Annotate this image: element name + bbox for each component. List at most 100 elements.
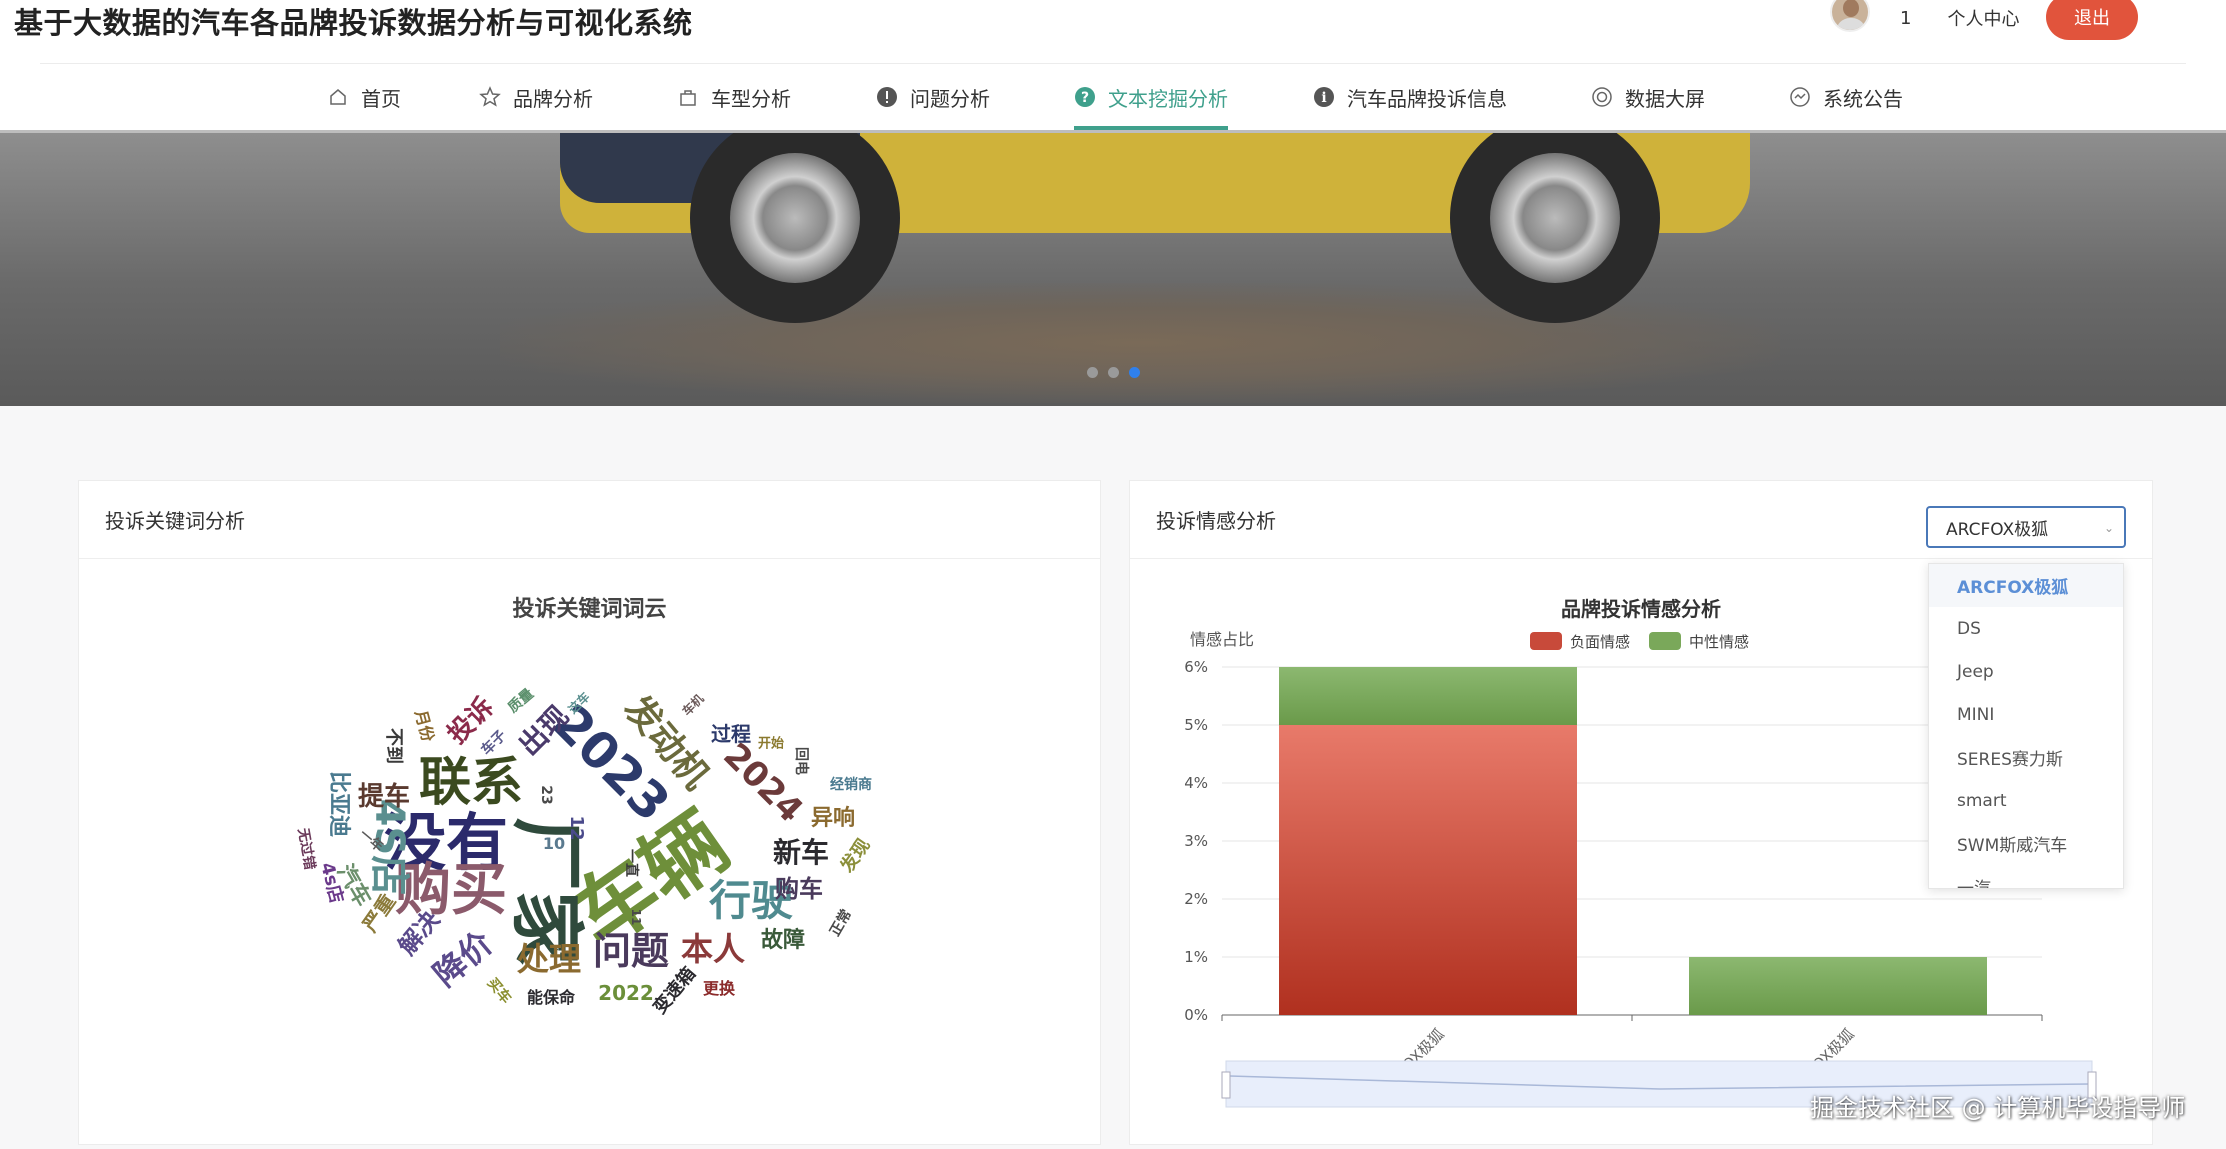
info-circle-icon: i <box>1313 86 1335 108</box>
dropdown-option[interactable]: smart <box>1929 779 2123 822</box>
wordcloud-word: 23 <box>538 785 554 805</box>
dropdown-option[interactable]: MINI <box>1929 693 2123 736</box>
datazoom-handle-left <box>1221 1071 1231 1099</box>
wordcloud-word: 月份 <box>411 707 438 744</box>
dropdown-option[interactable]: DS <box>1929 607 2123 650</box>
y-tick-label: 6% <box>1184 658 1208 676</box>
bar-segment <box>1279 667 1577 725</box>
wordcloud-word: 问题 <box>592 929 670 973</box>
carousel-dot-3[interactable] <box>1129 367 1140 378</box>
wordcloud-word: 正常 <box>827 906 855 940</box>
header: 基于大数据的汽车各品牌投诉数据分析与可视化系统 1 个人中心 退出 首页 品牌分… <box>0 0 2226 132</box>
wordcloud-word: 本人 <box>680 930 746 968</box>
y-tick-label: 0% <box>1184 1006 1208 1024</box>
carousel-dot-1[interactable] <box>1087 367 1098 378</box>
dropdown-option[interactable]: Jeep <box>1929 650 2123 693</box>
legend-label: 负面情感 <box>1570 633 1630 651</box>
avatar[interactable] <box>1830 0 1870 32</box>
site-title: 基于大数据的汽车各品牌投诉数据分析与可视化系统 <box>14 6 693 40</box>
wordcloud-word: 发现 <box>836 834 875 877</box>
nav-label: 首页 <box>361 86 401 111</box>
nav-label: 问题分析 <box>910 86 990 111</box>
svg-text:?: ? <box>1081 90 1089 106</box>
legend-swatch <box>1649 632 1681 650</box>
user-center-link[interactable]: 个人中心 <box>1947 5 2019 31</box>
nav-item-data-screen[interactable]: 数据大屏 <box>1591 64 1705 130</box>
nav-item-text-mining[interactable]: ? 文本挖掘分析 <box>1074 64 1228 130</box>
notice-icon <box>1789 86 1811 108</box>
wordcloud-word: 2022 <box>598 981 654 1005</box>
wordcloud-word: 开始 <box>757 736 785 752</box>
brand-dropdown: ARCFOX极狐 DS Jeep MINI SERES赛力斯 smart SWM斯威汽车 一汽 <box>1928 563 2124 889</box>
wordcloud-word: 购车 <box>775 875 823 903</box>
bar-segment <box>1279 725 1577 1015</box>
wordcloud-word: 故障 <box>760 928 806 953</box>
star-icon <box>479 86 501 108</box>
legend-swatch <box>1530 632 1562 650</box>
brand-select-value: ARCFOX极狐 <box>1946 519 2049 540</box>
y-tick-label: 3% <box>1184 832 1208 850</box>
brand-select[interactable]: ARCFOX极狐 ⌄ <box>1926 506 2126 548</box>
wordcloud-word: 回电 <box>793 747 809 775</box>
legend-label: 中性情感 <box>1689 633 1749 651</box>
user-area: 1 个人中心 <box>1830 0 2019 36</box>
dropdown-option[interactable]: 一汽 <box>1929 865 2123 888</box>
wordcloud-word: 联系 <box>418 753 524 813</box>
dropdown-option[interactable]: SWM斯威汽车 <box>1929 822 2123 865</box>
y-axis-label: 情感占比 <box>1190 630 1254 649</box>
wordcloud-word: 买车 <box>483 975 515 1007</box>
chevron-down-icon: ⌄ <box>2103 521 2114 535</box>
nav-item-announcement[interactable]: 系统公告 <box>1789 64 1903 130</box>
keyword-wordcloud: 车辆 厂家 没有 购买 联系 2023 行驶 问题 发动机 2024 4S店 本人 处理 降价 新车 出现 投诉… <box>79 481 1100 1144</box>
nav-item-brand-analysis[interactable]: 品牌分析 <box>479 64 593 130</box>
carousel-dots <box>1087 367 1140 378</box>
wordcloud-word: 不到 <box>383 728 404 764</box>
nav-item-model-analysis[interactable]: 车型分析 <box>677 64 791 130</box>
nav-label: 系统公告 <box>1823 86 1903 111</box>
nav-item-issue-analysis[interactable]: 问题分析 <box>876 64 990 130</box>
wordcloud-word: 比亚迪 <box>326 770 351 838</box>
svg-text:i: i <box>1321 90 1326 106</box>
home-icon <box>327 86 349 108</box>
wordcloud-word: 过程 <box>711 722 751 746</box>
watermark: 掘金技术社区 @ 计算机毕设指导师 <box>1810 1094 2186 1122</box>
wordcloud-word: 经销商 <box>830 777 872 793</box>
nav-item-complaint-info[interactable]: i 汽车品牌投诉信息 <box>1313 64 1507 130</box>
y-tick-label: 2% <box>1184 890 1208 908</box>
wordcloud-word: 一直 <box>623 849 639 877</box>
wordcloud-word: 12 <box>566 815 587 841</box>
wordcloud-word: 新车 <box>772 836 830 869</box>
sentiment-analysis-panel: 投诉情感分析 品牌投诉情感分析 情感占比 0% 1% 2% 3% 4% 5% 6% 负面情感 中性… <box>1129 480 2153 1145</box>
wordcloud-word: 提车 <box>357 782 411 812</box>
wordcloud-word: 能保命 <box>526 988 576 1007</box>
wordcloud-word: 处理 <box>516 940 582 978</box>
wordcloud-word: 质量 <box>505 685 537 717</box>
nav-item-home[interactable]: 首页 <box>327 64 401 130</box>
wordcloud-word: 更换 <box>702 979 736 998</box>
lifebuoy-icon <box>1591 86 1613 108</box>
main-nav: 首页 品牌分析 车型分析 问题分析 ? 文本挖掘分析 i 汽车品牌投诉信息 数据… <box>0 64 2226 130</box>
user-count: 1 <box>1900 7 1912 29</box>
wordcloud-word: 10 <box>542 834 566 853</box>
nav-label: 品牌分析 <box>513 86 593 111</box>
y-tick-label: 4% <box>1184 774 1208 792</box>
bar-segment <box>1689 957 1987 1015</box>
wordcloud-word: 异响 <box>810 806 856 831</box>
nav-label: 汽车品牌投诉信息 <box>1347 86 1507 111</box>
y-tick-label: 1% <box>1184 948 1208 966</box>
banner-carousel[interactable] <box>0 133 2226 406</box>
bag-icon <box>677 86 699 108</box>
nav-label: 文本挖掘分析 <box>1108 86 1228 111</box>
nav-label: 数据大屏 <box>1625 86 1705 111</box>
wordcloud-word: 11 <box>629 908 643 926</box>
nav-label: 车型分析 <box>711 86 791 111</box>
dropdown-option[interactable]: SERES赛力斯 <box>1929 736 2123 779</box>
question-circle-icon: ? <box>1074 86 1096 108</box>
logout-button[interactable]: 退出 <box>2046 0 2138 40</box>
alert-circle-icon <box>876 86 898 108</box>
dropdown-option[interactable]: ARCFOX极狐 <box>1929 564 2123 607</box>
keyword-analysis-panel: 投诉关键词分析 投诉关键词词云 车辆 厂家 没有 购买 联系 2023 行驶 问题 发动机 202… <box>78 480 1101 1145</box>
carousel-dot-2[interactable] <box>1108 367 1119 378</box>
wordcloud-word: 车机 <box>679 691 707 719</box>
y-tick-label: 5% <box>1184 716 1208 734</box>
